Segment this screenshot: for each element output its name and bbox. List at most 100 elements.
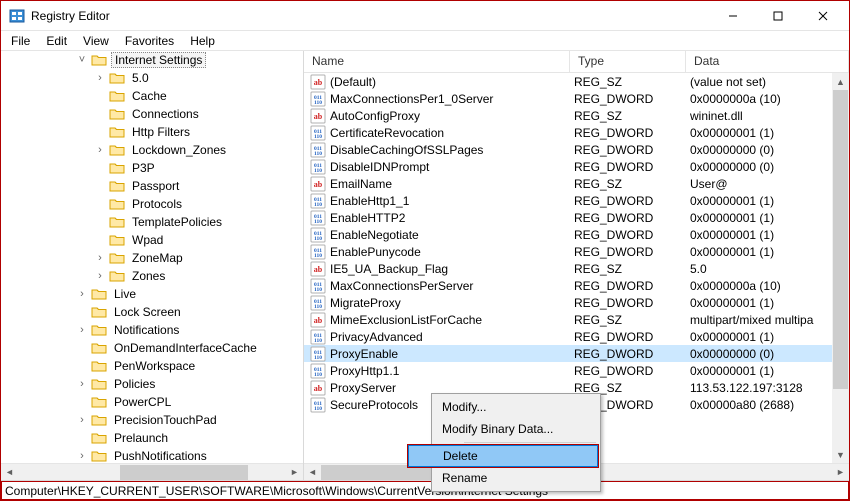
scroll-up-icon[interactable]: ▲ xyxy=(832,73,849,90)
tree-item[interactable]: Wpad xyxy=(1,231,303,249)
list-row[interactable]: 011110CertificateRevocationREG_DWORD0x00… xyxy=(304,124,849,141)
list-row[interactable]: 011110ProxyEnableREG_DWORD0x00000000 (0) xyxy=(304,345,849,362)
tree-item[interactable]: PowerCPL xyxy=(1,393,303,411)
tree-label[interactable]: Zones xyxy=(129,269,168,283)
tree-item[interactable]: › Zones xyxy=(1,267,303,285)
tree-label[interactable]: Live xyxy=(111,287,139,301)
tree-item[interactable]: Protocols xyxy=(1,195,303,213)
value-type: REG_SZ xyxy=(570,109,686,123)
list-row[interactable]: abEmailNameREG_SZUser@ xyxy=(304,175,849,192)
tree-label[interactable]: PushNotifications xyxy=(111,449,210,463)
tree-label[interactable]: Lock Screen xyxy=(111,305,184,319)
tree-item[interactable]: Cache xyxy=(1,87,303,105)
tree-label[interactable]: TemplatePolicies xyxy=(129,215,225,229)
tree-label[interactable]: Wpad xyxy=(129,233,166,247)
tree-item[interactable]: › Lockdown_Zones xyxy=(1,141,303,159)
list-row[interactable]: 011110MaxConnectionsPer1_0ServerREG_DWOR… xyxy=(304,90,849,107)
close-button[interactable] xyxy=(800,1,845,30)
menu-edit[interactable]: Edit xyxy=(38,32,75,50)
tree-item[interactable]: Lock Screen xyxy=(1,303,303,321)
scroll-right-icon[interactable]: ► xyxy=(286,464,303,481)
list-row[interactable]: ab(Default)REG_SZ(value not set) xyxy=(304,73,849,90)
scroll-left-icon[interactable]: ◄ xyxy=(1,464,18,481)
list-row[interactable]: 011110MaxConnectionsPerServerREG_DWORD0x… xyxy=(304,277,849,294)
tree-label[interactable]: 5.0 xyxy=(129,71,152,85)
list-row[interactable]: 011110EnablePunycodeREG_DWORD0x00000001 … xyxy=(304,243,849,260)
context-menu-item[interactable]: Rename xyxy=(408,467,598,489)
tree-label[interactable]: Connections xyxy=(129,107,202,121)
col-header-type[interactable]: Type xyxy=(570,51,686,72)
tree-item[interactable]: › Live xyxy=(1,285,303,303)
tree-label[interactable]: PenWorkspace xyxy=(111,359,198,373)
chevron-right-icon[interactable]: › xyxy=(91,270,109,282)
tree-label[interactable]: ZoneMap xyxy=(129,251,186,265)
scroll-down-icon[interactable]: ▼ xyxy=(832,446,849,463)
tree-item[interactable]: › Notifications xyxy=(1,321,303,339)
tree-item[interactable]: › ZoneMap xyxy=(1,249,303,267)
tree-hscrollbar[interactable]: ◄ ► xyxy=(1,463,303,480)
col-header-name[interactable]: Name xyxy=(304,51,570,72)
list-row[interactable]: 011110EnableHTTP2REG_DWORD0x00000001 (1) xyxy=(304,209,849,226)
chevron-right-icon[interactable]: › xyxy=(73,378,91,390)
chevron-right-icon[interactable]: › xyxy=(73,288,91,300)
list-row[interactable]: abIE5_UA_Backup_FlagREG_SZ5.0 xyxy=(304,260,849,277)
tree-item[interactable]: › PushNotifications xyxy=(1,447,303,463)
tree-label[interactable]: PowerCPL xyxy=(111,395,174,409)
tree-item[interactable]: Passport xyxy=(1,177,303,195)
list-row[interactable]: abMimeExclusionListForCacheREG_SZmultipa… xyxy=(304,311,849,328)
menu-favorites[interactable]: Favorites xyxy=(117,32,182,50)
tree-label[interactable]: Http Filters xyxy=(129,125,193,139)
context-menu-item[interactable]: Modify... xyxy=(408,396,598,418)
tree-label[interactable]: P3P xyxy=(129,161,158,175)
menu-view[interactable]: View xyxy=(75,32,117,50)
list-row[interactable]: 011110DisableIDNPromptREG_DWORD0x0000000… xyxy=(304,158,849,175)
dword-value-icon: 011110 xyxy=(310,193,326,209)
minimize-button[interactable] xyxy=(710,1,755,30)
tree-item[interactable]: TemplatePolicies xyxy=(1,213,303,231)
tree-item[interactable]: Connections xyxy=(1,105,303,123)
tree-item[interactable]: PenWorkspace xyxy=(1,357,303,375)
tree-body[interactable]: ˅Internet Settings›5.0CacheConnectionsHt… xyxy=(1,51,303,463)
chevron-down-icon[interactable]: ˅ xyxy=(73,54,91,66)
chevron-right-icon[interactable]: › xyxy=(73,324,91,336)
tree-label[interactable]: PrecisionTouchPad xyxy=(111,413,220,427)
tree-item[interactable]: › PrecisionTouchPad xyxy=(1,411,303,429)
menu-help[interactable]: Help xyxy=(182,32,223,50)
scroll-right-icon[interactable]: ► xyxy=(832,464,849,481)
maximize-button[interactable] xyxy=(755,1,800,30)
context-menu-item[interactable]: Modify Binary Data... xyxy=(408,418,598,440)
tree-label[interactable]: Protocols xyxy=(129,197,185,211)
tree-item[interactable]: › Policies xyxy=(1,375,303,393)
menu-file[interactable]: File xyxy=(3,32,38,50)
list-row[interactable]: 011110ProxyHttp1.1REG_DWORD0x00000001 (1… xyxy=(304,362,849,379)
tree-item[interactable]: P3P xyxy=(1,159,303,177)
list-row[interactable]: 011110MigrateProxyREG_DWORD0x00000001 (1… xyxy=(304,294,849,311)
chevron-right-icon[interactable]: › xyxy=(73,450,91,462)
tree-item[interactable]: Http Filters xyxy=(1,123,303,141)
tree-label[interactable]: Notifications xyxy=(111,323,182,337)
tree-label[interactable]: Lockdown_Zones xyxy=(129,143,229,157)
chevron-right-icon[interactable]: › xyxy=(73,414,91,426)
tree-label[interactable]: Prelaunch xyxy=(111,431,171,445)
tree-item[interactable]: ˅ Internet Settings xyxy=(1,51,303,69)
tree-label[interactable]: Internet Settings xyxy=(111,52,206,68)
tree-item[interactable]: Prelaunch xyxy=(1,429,303,447)
tree-label[interactable]: OnDemandInterfaceCache xyxy=(111,341,260,355)
list-row[interactable]: 011110DisableCachingOfSSLPagesREG_DWORD0… xyxy=(304,141,849,158)
list-vscrollbar[interactable]: ▲ ▼ xyxy=(832,73,849,463)
tree-label[interactable]: Passport xyxy=(129,179,182,193)
context-menu-item[interactable]: Delete xyxy=(408,445,598,467)
list-row[interactable]: 011110EnableHttp1_1REG_DWORD0x00000001 (… xyxy=(304,192,849,209)
chevron-right-icon[interactable]: › xyxy=(91,252,109,264)
tree-label[interactable]: Policies xyxy=(111,377,158,391)
chevron-right-icon[interactable]: › xyxy=(91,72,109,84)
col-header-data[interactable]: Data xyxy=(686,51,849,72)
scroll-left-icon[interactable]: ◄ xyxy=(304,464,321,481)
tree-item[interactable]: OnDemandInterfaceCache xyxy=(1,339,303,357)
list-row[interactable]: 011110PrivacyAdvancedREG_DWORD0x00000001… xyxy=(304,328,849,345)
list-row[interactable]: abAutoConfigProxyREG_SZwininet.dll xyxy=(304,107,849,124)
tree-item[interactable]: › 5.0 xyxy=(1,69,303,87)
list-row[interactable]: 011110EnableNegotiateREG_DWORD0x00000001… xyxy=(304,226,849,243)
tree-label[interactable]: Cache xyxy=(129,89,170,103)
chevron-right-icon[interactable]: › xyxy=(91,144,109,156)
